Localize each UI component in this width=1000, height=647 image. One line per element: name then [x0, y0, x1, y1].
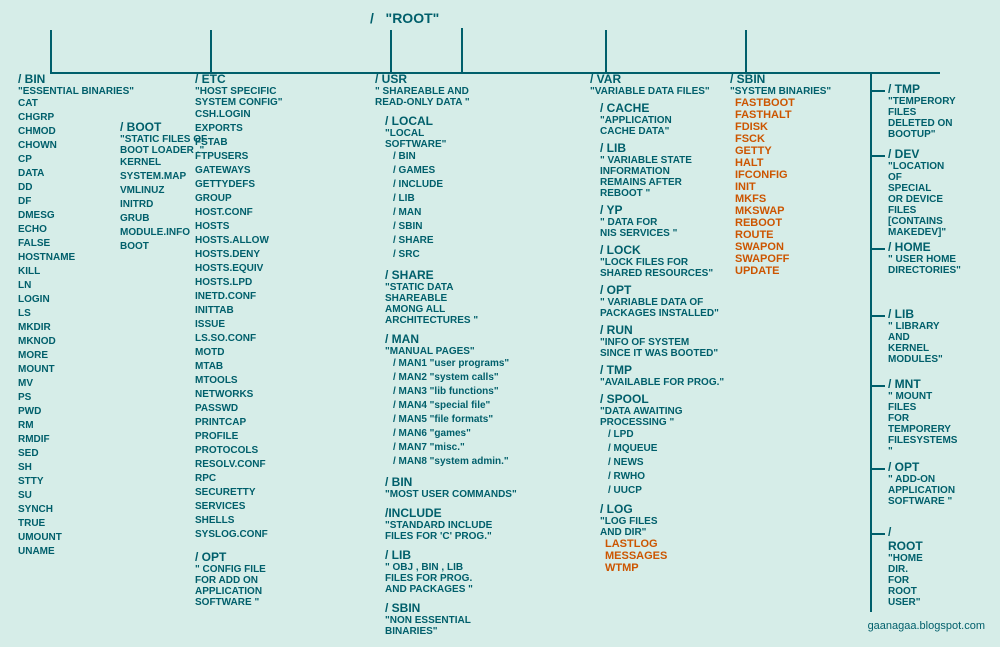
etc-dir-name: / ETC	[195, 72, 283, 86]
var-log-desc: "LOG FILESAND DIR"	[600, 516, 724, 538]
usr-lib-desc: " OBJ , BIN , LIBFILES FOR PROG.AND PACK…	[385, 562, 517, 595]
var-yp-name: / YP	[600, 203, 724, 217]
var-lib-desc: " VARIABLE STATEINFORMATIONREMAINS AFTER…	[600, 155, 724, 199]
usr-share-name: / SHARE	[385, 268, 517, 282]
var-opt-name: / OPT	[600, 283, 724, 297]
usr-local-subdirs: / BIN/ GAMES/ INCLUDE/ LIB/ MAN/ SBIN/ S…	[393, 150, 517, 262]
opt-branch: / OPT " ADD-ON APPLICATIONSOFTWARE "	[870, 460, 955, 507]
usr-sbin-desc: "NON ESSENTIALBINARIES"	[385, 615, 517, 637]
var-dir-desc: "VARIABLE DATA FILES"	[590, 86, 724, 97]
var-opt-desc: " VARIABLE DATA OFPACKAGES INSTALLED"	[600, 297, 724, 319]
mnt-dir-name: / MNT	[888, 377, 957, 391]
var-tmp-desc: "AVAILABLE FOR PROG."	[600, 377, 724, 388]
opt-h-connector	[870, 468, 885, 470]
root-branch: / ROOT "HOME DIR. FORROOT USER"	[870, 525, 923, 608]
bin-dir-desc: "ESSENTIAL BINARIES"	[18, 86, 134, 97]
var-log-files: LASTLOG MESSAGES WTMP	[605, 538, 724, 574]
usr-man-name: / MAN	[385, 332, 517, 346]
mnt-h-connector	[870, 385, 885, 387]
home-dir-desc: " USER HOMEDIRECTORIES"	[888, 254, 961, 276]
var-cache-desc: "APPLICATIONCACHE DATA"	[600, 115, 724, 137]
var-run-name: / RUN	[600, 323, 724, 337]
var-spool-name: / SPOOL	[600, 392, 724, 406]
root-dir-desc: "HOME DIR. FORROOT USER"	[888, 553, 923, 608]
usr-share-desc: "STATIC DATASHAREABLEAMONG ALLARCHITECTU…	[385, 282, 517, 326]
tmp-dir-name: / TMP	[888, 82, 956, 96]
var-run-desc: "INFO OF SYSTEMSINCE IT WAS BOOTED"	[600, 337, 724, 359]
usr-dir-name: / USR	[375, 72, 517, 86]
home-dir-name: / HOME	[888, 240, 961, 254]
sbin-section: / SBIN "SYSTEM BINARIES" FASTBOOTFASTHAL…	[730, 30, 831, 277]
var-spool-subdirs: / LPD/ MQUEUE/ NEWS/ RWHO/ UUCP	[608, 428, 724, 498]
usr-local-desc: "LOCALSOFTWARE"	[385, 128, 517, 150]
usr-v-connector	[390, 30, 392, 73]
var-section: / VAR "VARIABLE DATA FILES" / CACHE "APP…	[590, 30, 724, 574]
sbin-dir-name: / SBIN	[730, 72, 831, 86]
usr-man-desc: "MANUAL PAGES"	[385, 346, 517, 357]
usr-include-name: /INCLUDE	[385, 506, 517, 520]
etc-section: / ETC "HOST SPECIFICSYSTEM CONFIG" CSH.L…	[195, 30, 283, 608]
tmp-dir-desc: "TEMPERORY FILESDELETED ON BOOTUP"	[888, 96, 956, 140]
tmp-branch: / TMP "TEMPERORY FILESDELETED ON BOOTUP"	[870, 82, 956, 140]
usr-bin-desc: "MOST USER COMMANDS"	[385, 489, 517, 500]
bin-dir-name: / BIN	[18, 72, 134, 86]
tmp-h-connector	[870, 90, 885, 92]
bin-v-connector	[50, 30, 52, 73]
bin-section: / BIN "ESSENTIAL BINARIES" CATCHGRPCHMOD…	[18, 30, 134, 559]
watermark: gaanagaa.blogspot.com	[868, 620, 985, 632]
dev-dir-name: / DEV	[888, 147, 946, 161]
var-v-connector	[605, 30, 607, 73]
root-node: / "ROOT"	[370, 10, 439, 26]
lib-h-connector	[870, 315, 885, 317]
var-lock-name: / LOCK	[600, 243, 724, 257]
sbin-v-connector	[745, 30, 747, 73]
usr-man-subdirs: / MAN1 "user programs"/ MAN2 "system cal…	[393, 357, 517, 469]
sbin-dir-desc: "SYSTEM BINARIES"	[730, 86, 831, 97]
dev-branch: / DEV "LOCATION OF SPECIALOR DEVICE FILE…	[870, 147, 946, 238]
root-dir-name: / ROOT	[888, 525, 923, 553]
usr-local-name: / LOCAL	[385, 114, 517, 128]
opt-dir-desc: " ADD-ON APPLICATIONSOFTWARE "	[888, 474, 955, 507]
dev-h-connector	[870, 155, 885, 157]
usr-sbin-name: / SBIN	[385, 601, 517, 615]
dev-dir-desc: "LOCATION OF SPECIALOR DEVICE FILES[CONT…	[888, 161, 946, 238]
var-tmp-name: / TMP	[600, 363, 724, 377]
etc-v-connector	[210, 30, 212, 73]
opt-dir-name: / OPT	[888, 460, 955, 474]
lib-branch: / LIB " LIBRARY ANDKERNEL MODULES"	[870, 307, 943, 365]
var-yp-desc: " DATA FORNIS SERVICES "	[600, 217, 724, 239]
etc-file-list: CSH.LOGINEXPORTSFSTABFTPUSERSGATEWAYSGET…	[195, 108, 283, 542]
var-log-name: / LOG	[600, 502, 724, 516]
root-h-connector	[870, 533, 885, 535]
etc-opt-desc: " CONFIG FILEFOR ADD ONAPPLICATIONSOFTWA…	[195, 564, 283, 608]
usr-section: / USR " SHAREABLE ANDREAD-ONLY DATA " / …	[375, 30, 517, 637]
etc-dir-desc: "HOST SPECIFICSYSTEM CONFIG"	[195, 86, 283, 108]
usr-lib-name: / LIB	[385, 548, 517, 562]
var-dir-name: / VAR	[590, 72, 724, 86]
mnt-branch: / MNT " MOUNT FILESFOR TEMPORERYFILESYST…	[870, 377, 957, 457]
lib-dir-name: / LIB	[888, 307, 943, 321]
sbin-file-list: FASTBOOTFASTHALTFDISKFSCKGETTYHALTIFCONF…	[735, 97, 831, 277]
home-h-connector	[870, 248, 885, 250]
home-branch: / HOME " USER HOMEDIRECTORIES"	[870, 240, 961, 276]
usr-include-desc: "STANDARD INCLUDEFILES FOR 'C' PROG."	[385, 520, 517, 542]
var-lock-desc: "LOCK FILES FORSHARED RESOURCES"	[600, 257, 724, 279]
var-cache-name: / CACHE	[600, 101, 724, 115]
var-spool-desc: "DATA AWAITINGPROCESSING "	[600, 406, 724, 428]
usr-bin-name: / BIN	[385, 475, 517, 489]
var-lib-name: / LIB	[600, 141, 724, 155]
mnt-dir-desc: " MOUNT FILESFOR TEMPORERYFILESYSTEMS "	[888, 391, 957, 457]
lib-dir-desc: " LIBRARY ANDKERNEL MODULES"	[888, 321, 943, 365]
bin-file-list: CATCHGRPCHMODCHOWNCPDATADDDFDMESGECHOFAL…	[18, 97, 134, 559]
usr-dir-desc: " SHAREABLE ANDREAD-ONLY DATA "	[375, 86, 517, 108]
etc-opt-name: / OPT	[195, 550, 283, 564]
